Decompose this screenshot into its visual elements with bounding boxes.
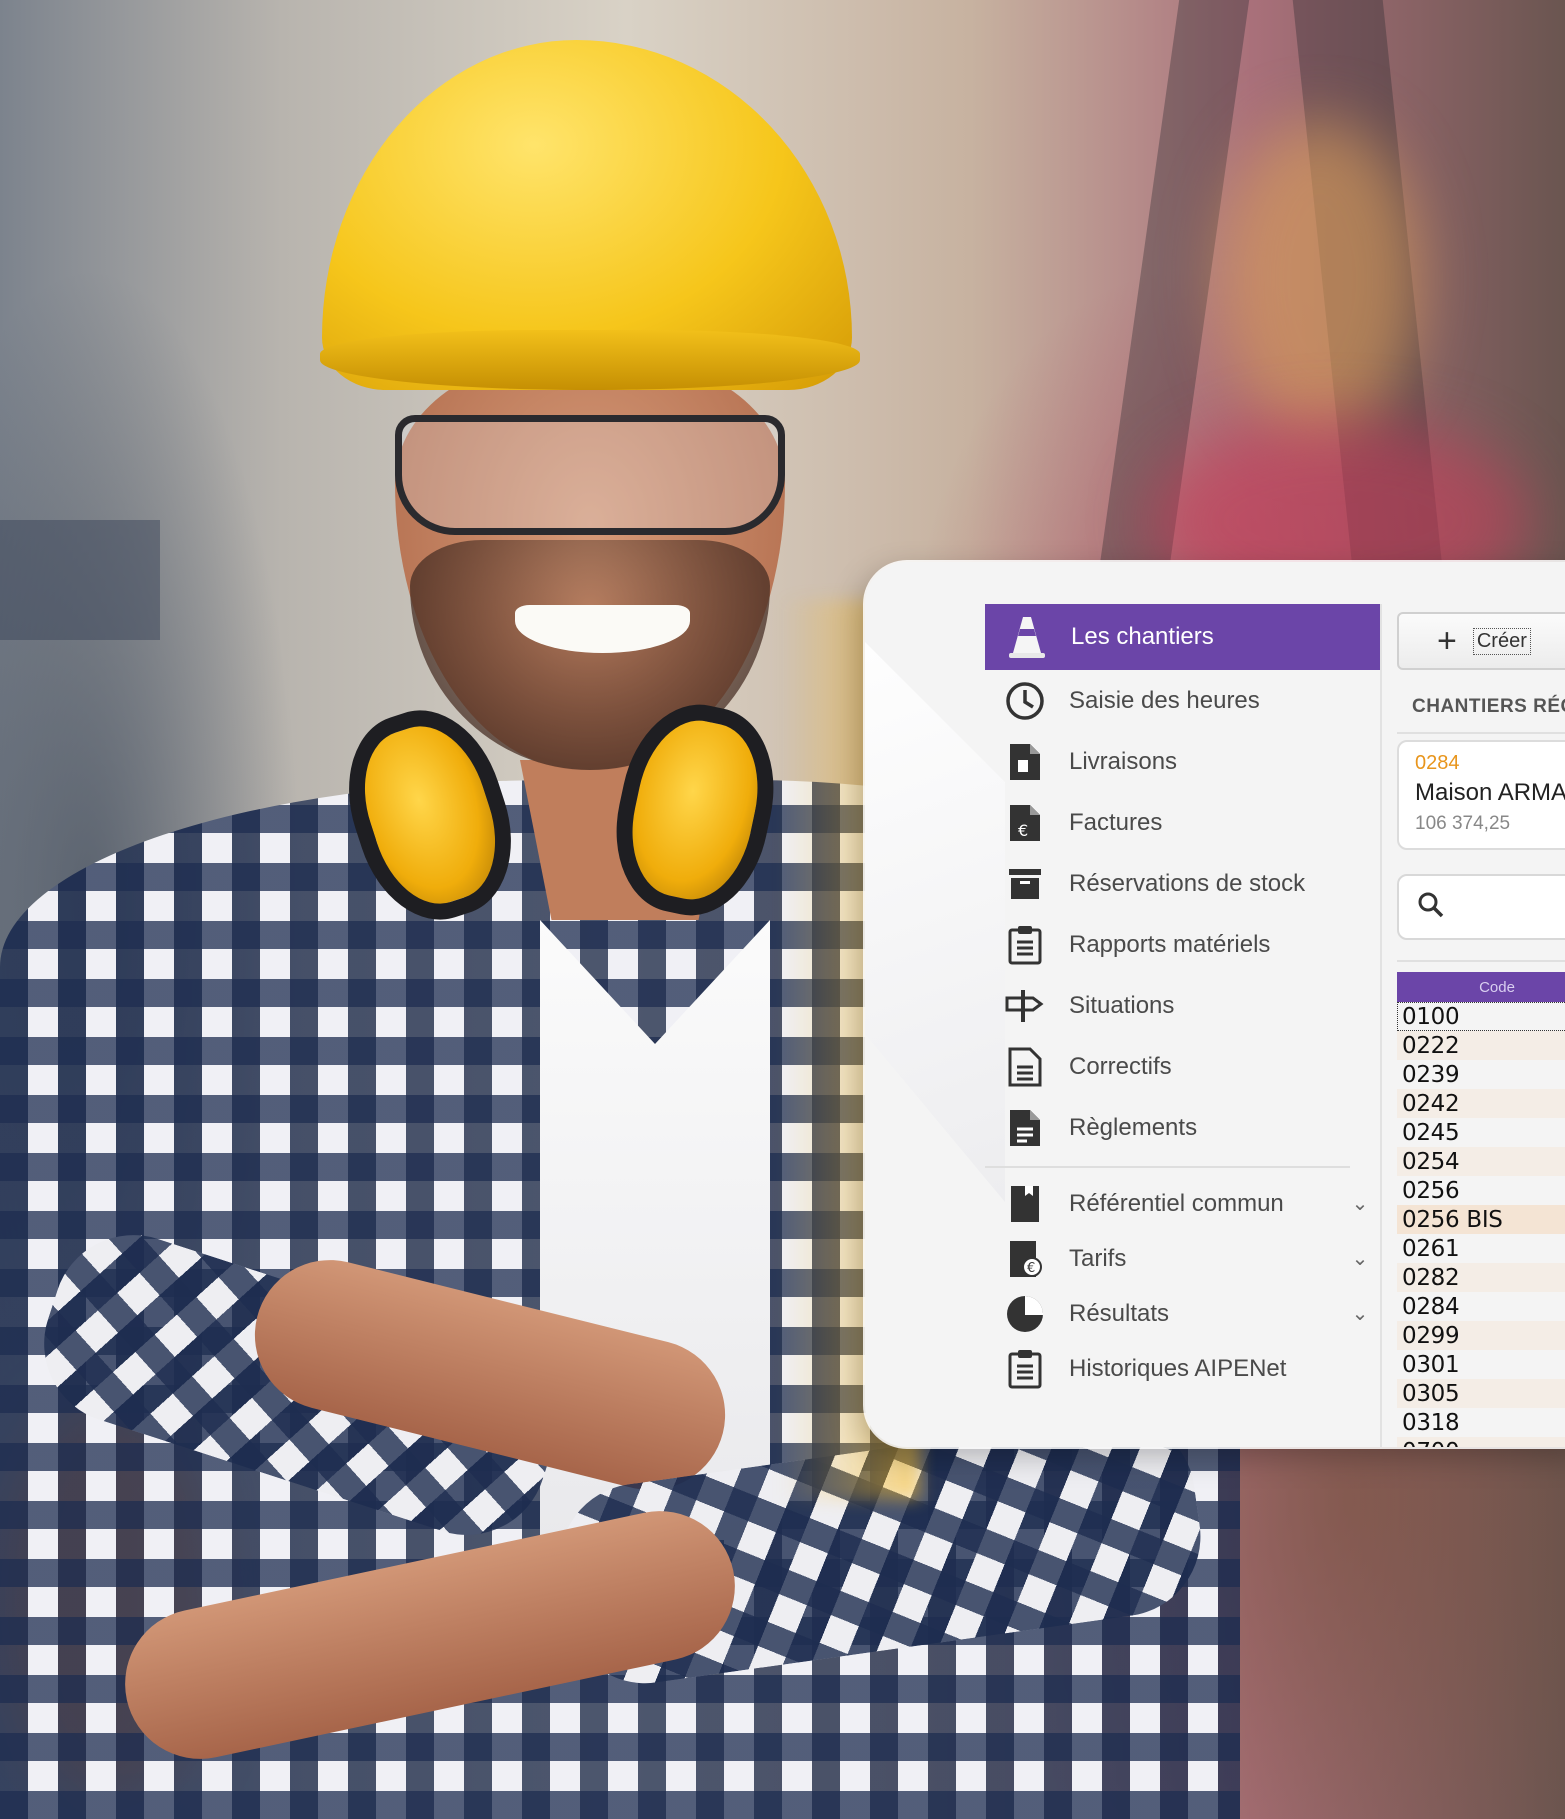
sites-table: Code 0100 0222 0239 0242 0245 0254 0256 … xyxy=(1397,972,1565,1447)
sidebar-item-label: Rapports matériels xyxy=(1069,930,1271,958)
sidebar-item-livraisons[interactable]: Livraisons xyxy=(985,731,1380,792)
table-row[interactable]: 0222 xyxy=(1397,1031,1565,1060)
sidebar-group-tarifs[interactable]: € Tarifs ⌄ xyxy=(985,1231,1380,1286)
chevron-down-icon[interactable]: ⌄ xyxy=(1340,1191,1380,1216)
table-row[interactable]: 0282 xyxy=(1397,1263,1565,1292)
sidebar-item-label: Saisie des heures xyxy=(1069,686,1260,714)
table-row[interactable]: 0299 xyxy=(1397,1321,1565,1350)
table-row[interactable]: 0284 xyxy=(1397,1292,1565,1321)
sidebar-item-reglements[interactable]: Règlements xyxy=(985,1097,1380,1158)
column-header-code[interactable]: Code xyxy=(1397,972,1565,1002)
recent-site-card[interactable]: 0284 Maison ARMA 106 374,25 xyxy=(1397,740,1565,850)
main-panel: + Créer CHANTIERS RÉC 0284 Maison ARMA 1… xyxy=(1380,604,1565,1447)
signpost-icon xyxy=(1003,984,1047,1028)
sidebar-item-rapports-materiels[interactable]: Rapports matériels xyxy=(985,914,1380,975)
sidebar-item-label: Historiques AIPENet xyxy=(1069,1354,1287,1382)
archive-box-icon xyxy=(1003,862,1047,906)
window-decoration xyxy=(865,642,1005,1202)
sidebar-item-correctifs[interactable]: Correctifs xyxy=(985,1036,1380,1097)
sidebar-item-label: Résultats xyxy=(1069,1299,1170,1327)
svg-text:€: € xyxy=(1027,1261,1035,1276)
sidebar-item-label: Livraisons xyxy=(1069,747,1178,775)
divider xyxy=(1397,960,1565,962)
table-row[interactable]: 0318 xyxy=(1397,1408,1565,1437)
table-row[interactable]: 0700 xyxy=(1397,1437,1565,1447)
search-icon xyxy=(1417,891,1445,924)
sidebar-item-label: Les chantiers xyxy=(1071,623,1214,650)
table-row[interactable]: 0254 xyxy=(1397,1147,1565,1176)
sidebar-item-label: Référentiel commun xyxy=(1069,1189,1284,1217)
book-icon xyxy=(1003,1182,1047,1226)
table-row[interactable]: 0261 xyxy=(1397,1234,1565,1263)
sidebar-item-historiques-aipenet[interactable]: Historiques AIPENet xyxy=(985,1341,1380,1396)
clock-icon xyxy=(1003,679,1047,723)
table-row[interactable]: 0256 BIS xyxy=(1397,1205,1565,1234)
sidebar-item-label: Réservations de stock xyxy=(1069,869,1306,897)
sidebar-group-resultats[interactable]: Résultats ⌄ xyxy=(985,1286,1380,1341)
table-row[interactable]: 0242 xyxy=(1397,1089,1565,1118)
recent-sites-header: CHANTIERS RÉC xyxy=(1412,696,1565,717)
plus-icon: + xyxy=(1437,622,1457,660)
sidebar: Les chantiers Saisie des heures Livraiso… xyxy=(985,604,1380,1396)
sidebar-item-label: Situations xyxy=(1069,991,1175,1019)
sidebar-item-chantiers[interactable]: Les chantiers xyxy=(985,604,1380,670)
sidebar-item-situations[interactable]: Situations xyxy=(985,975,1380,1036)
document-icon xyxy=(1003,1045,1047,1089)
sidebar-item-label: Factures xyxy=(1069,808,1163,836)
create-button[interactable]: + Créer xyxy=(1397,612,1565,670)
traffic-cone-icon xyxy=(1005,615,1049,659)
sidebar-item-label: Correctifs xyxy=(1069,1052,1172,1080)
price-book-icon: € xyxy=(1003,1237,1047,1281)
document-payment-icon xyxy=(1003,1106,1047,1150)
sidebar-item-reservations-stock[interactable]: Réservations de stock xyxy=(985,853,1380,914)
sidebar-item-label: Tarifs xyxy=(1069,1244,1127,1272)
chevron-down-icon[interactable]: ⌄ xyxy=(1340,1246,1380,1271)
sidebar-item-label: Règlements xyxy=(1069,1113,1198,1141)
pie-chart-icon xyxy=(1003,1292,1047,1336)
table-row[interactable]: 0245 xyxy=(1397,1118,1565,1147)
sidebar-item-factures[interactable]: € Factures xyxy=(985,792,1380,853)
divider xyxy=(1397,732,1565,734)
table-row[interactable]: 0305 xyxy=(1397,1379,1565,1408)
create-button-label: Créer xyxy=(1472,627,1531,655)
app-window: Les chantiers Saisie des heures Livraiso… xyxy=(865,562,1565,1447)
svg-text:€: € xyxy=(1018,821,1028,840)
sidebar-divider xyxy=(985,1166,1350,1168)
site-code: 0284 xyxy=(1415,752,1460,774)
site-amount: 106 374,25 xyxy=(1415,813,1511,834)
site-name: Maison ARMA xyxy=(1415,779,1565,806)
sidebar-group-referentiel[interactable]: Référentiel commun ⌄ xyxy=(985,1176,1380,1231)
clipboard-icon xyxy=(1003,1347,1047,1391)
invoice-euro-icon: € xyxy=(1003,801,1047,845)
chevron-down-icon[interactable]: ⌄ xyxy=(1340,1301,1380,1326)
table-row[interactable]: 0100 xyxy=(1397,1002,1565,1031)
sidebar-item-saisie-heures[interactable]: Saisie des heures xyxy=(985,670,1380,731)
search-input[interactable] xyxy=(1397,874,1565,940)
clipboard-icon xyxy=(1003,923,1047,967)
table-row[interactable]: 0239 xyxy=(1397,1060,1565,1089)
delivery-document-icon xyxy=(1003,740,1047,784)
table-row[interactable]: 0256 xyxy=(1397,1176,1565,1205)
table-row[interactable]: 0301 xyxy=(1397,1350,1565,1379)
